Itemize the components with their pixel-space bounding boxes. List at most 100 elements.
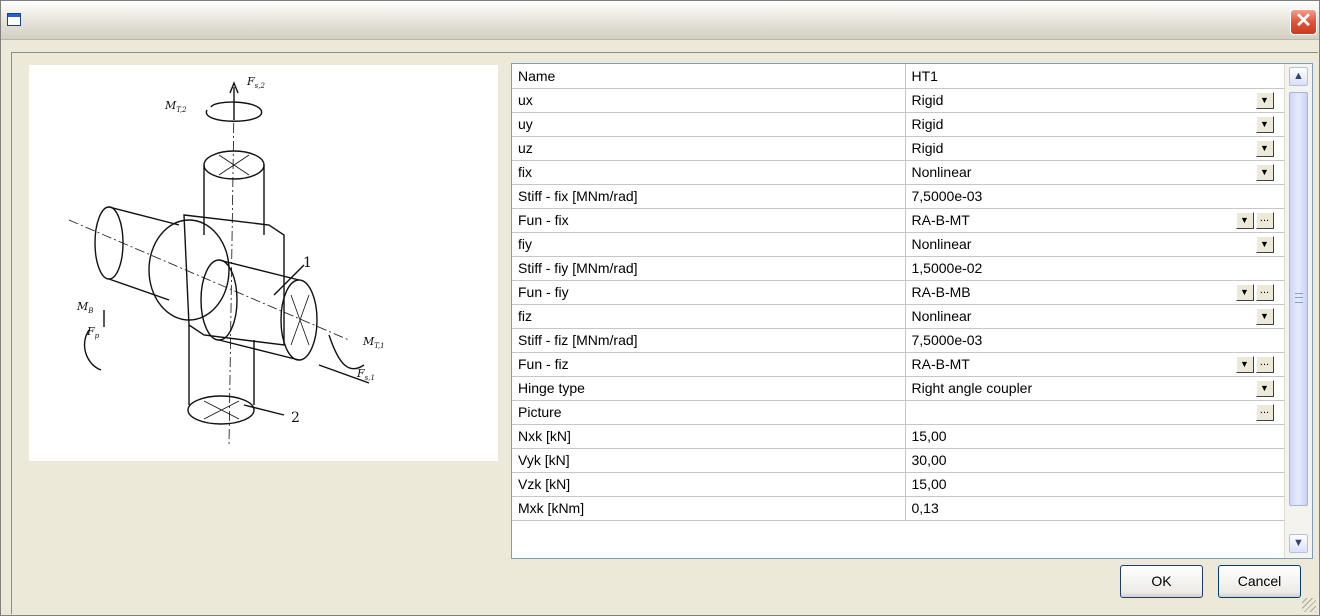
property-name: Vzk [kN] — [512, 472, 906, 497]
label-part-2: 2 — [291, 410, 300, 426]
property-value-cell[interactable]: Right angle coupler ▼ — [905, 376, 1285, 401]
property-value-cell[interactable]: Rigid ▼ — [905, 136, 1285, 161]
property-value[interactable]: HT1 — [912, 68, 938, 84]
ellipsis-icon[interactable]: ... — [1255, 211, 1274, 229]
property-row[interactable]: Fun - fix RA-B-MT ▼... — [512, 208, 1285, 233]
label-fs1: Fs,1 — [356, 367, 375, 382]
property-row[interactable]: fiz Nonlinear ▼ — [512, 304, 1285, 329]
property-value-cell[interactable]: RA-B-MT ▼... — [905, 352, 1285, 377]
property-row[interactable]: Mxk [kNm] 0,13 — [512, 496, 1285, 521]
property-value-cell[interactable]: 1,5000e-02 — [905, 256, 1285, 281]
property-row[interactable]: uy Rigid ▼ — [512, 112, 1285, 137]
ellipsis-icon[interactable]: ... — [1255, 283, 1274, 301]
close-button[interactable]: ✕ — [1290, 9, 1317, 35]
property-value[interactable]: 15,00 — [912, 476, 947, 492]
property-value[interactable]: RA-B-MB — [912, 284, 971, 300]
chevron-down-icon[interactable]: ▼ — [1235, 283, 1254, 301]
property-row[interactable]: Nxk [kN] 15,00 — [512, 424, 1285, 449]
property-name: Stiff - fiy [MNm/rad] — [512, 256, 906, 281]
property-name: Stiff - fiz [MNm/rad] — [512, 328, 906, 353]
property-name: Stiff - fix [MNm/rad] — [512, 184, 906, 209]
property-value-cell[interactable]: 15,00 — [905, 424, 1285, 449]
property-value-cell[interactable]: 7,5000e-03 — [905, 184, 1285, 209]
property-value-cell[interactable]: 0,13 — [905, 496, 1285, 521]
property-row[interactable]: uz Rigid ▼ — [512, 136, 1285, 161]
property-row[interactable]: Fun - fiy RA-B-MB ▼... — [512, 280, 1285, 305]
property-value[interactable]: Nonlinear — [912, 164, 972, 180]
property-value[interactable]: 7,5000e-03 — [912, 188, 983, 204]
ellipsis-icon[interactable]: ... — [1255, 355, 1274, 373]
property-grid: Name HT1 ux Rigid ▼ uy Rigid ▼ uz Rigid ▼ fix Nonlin… — [511, 63, 1313, 559]
property-value-cell[interactable]: Rigid ▼ — [905, 112, 1285, 137]
chevron-down-icon[interactable]: ▼ — [1255, 235, 1274, 253]
property-row[interactable]: Vzk [kN] 15,00 — [512, 472, 1285, 497]
scroll-thumb[interactable] — [1289, 92, 1308, 506]
property-name: fiy — [512, 232, 906, 257]
label-mb: MB — [76, 300, 93, 315]
ok-button[interactable]: OK — [1120, 565, 1203, 598]
property-value[interactable]: 7,5000e-03 — [912, 332, 983, 348]
chevron-down-icon[interactable]: ▼ — [1235, 211, 1254, 229]
label-part-1: 1 — [303, 255, 312, 271]
vertical-scrollbar[interactable]: ▲ ▼ — [1284, 64, 1312, 558]
scroll-down-button[interactable]: ▼ — [1289, 534, 1308, 553]
chevron-down-icon[interactable]: ▼ — [1255, 139, 1274, 157]
property-table: Name HT1 ux Rigid ▼ uy Rigid ▼ uz Rigid ▼ fix Nonlin… — [512, 64, 1285, 521]
property-value[interactable]: Rigid — [912, 116, 944, 132]
property-row[interactable]: Stiff - fix [MNm/rad] 7,5000e-03 — [512, 184, 1285, 209]
ellipsis-icon[interactable]: ... — [1255, 403, 1274, 421]
resize-grip[interactable] — [1302, 598, 1316, 612]
property-row[interactable]: fix Nonlinear ▼ — [512, 160, 1285, 185]
chevron-down-icon[interactable]: ▼ — [1235, 355, 1254, 373]
property-row[interactable]: ux Rigid ▼ — [512, 88, 1285, 113]
chevron-down-icon[interactable]: ▼ — [1255, 115, 1274, 133]
property-name: Picture — [512, 400, 906, 425]
chevron-down-icon[interactable]: ▼ — [1255, 163, 1274, 181]
property-value-cell[interactable]: Nonlinear ▼ — [905, 232, 1285, 257]
property-value-cell[interactable]: Nonlinear ▼ — [905, 304, 1285, 329]
property-value-cell[interactable]: Rigid ▼ — [905, 88, 1285, 113]
scroll-up-button[interactable]: ▲ — [1289, 67, 1308, 86]
property-value[interactable]: 30,00 — [912, 452, 947, 468]
property-value-cell[interactable]: RA-B-MT ▼... — [905, 208, 1285, 233]
property-row[interactable]: Hinge type Right angle coupler ▼ — [512, 376, 1285, 401]
property-row[interactable]: Picture... — [512, 400, 1285, 425]
property-value-cell[interactable]: RA-B-MB ▼... — [905, 280, 1285, 305]
property-value[interactable]: RA-B-MT — [912, 356, 970, 372]
chevron-down-icon[interactable]: ▼ — [1255, 307, 1274, 325]
property-value-cell[interactable]: 15,00 — [905, 472, 1285, 497]
chevron-down-icon[interactable]: ▼ — [1255, 91, 1274, 109]
property-row[interactable]: Fun - fiz RA-B-MT ▼... — [512, 352, 1285, 377]
property-value-cell[interactable]: ... — [905, 400, 1285, 425]
property-name: uy — [512, 112, 906, 137]
property-row[interactable]: Name HT1 — [512, 64, 1285, 89]
property-value-cell[interactable]: 7,5000e-03 — [905, 328, 1285, 353]
property-name: fix — [512, 160, 906, 185]
property-row[interactable]: Stiff - fiy [MNm/rad] 1,5000e-02 — [512, 256, 1285, 281]
property-value-cell[interactable]: HT1 — [905, 64, 1285, 89]
property-value[interactable]: Right angle coupler — [912, 380, 1033, 396]
property-value[interactable]: Rigid — [912, 92, 944, 108]
property-value[interactable]: Rigid — [912, 140, 944, 156]
label-mt1: MT,1 — [362, 335, 385, 350]
title-bar[interactable]: ✕ — [1, 1, 1319, 40]
chevron-down-icon[interactable]: ▼ — [1255, 379, 1274, 397]
property-row[interactable]: fiy Nonlinear ▼ — [512, 232, 1285, 257]
property-value-cell[interactable]: Nonlinear ▼ — [905, 160, 1285, 185]
property-value[interactable]: Nonlinear — [912, 236, 972, 252]
hinge-picture: Fs,2 MT,2 MB Fp MT,1 Fs,1 1 2 — [29, 65, 498, 461]
property-value[interactable]: 1,5000e-02 — [912, 260, 983, 276]
property-name: Fun - fiy — [512, 280, 906, 305]
property-row[interactable]: Stiff - fiz [MNm/rad] 7,5000e-03 — [512, 328, 1285, 353]
property-value[interactable]: 15,00 — [912, 428, 947, 444]
property-name: Mxk [kNm] — [512, 496, 906, 521]
property-value[interactable]: RA-B-MT — [912, 212, 970, 228]
property-value[interactable]: 0,13 — [912, 500, 939, 516]
property-name: Fun - fiz — [512, 352, 906, 377]
property-name: Name — [512, 64, 906, 89]
property-row[interactable]: Vyk [kN] 30,00 — [512, 448, 1285, 473]
property-value-cell[interactable]: 30,00 — [905, 448, 1285, 473]
cancel-button[interactable]: Cancel — [1218, 565, 1301, 598]
arrow-down-icon: ▼ — [1293, 537, 1304, 549]
property-value[interactable]: Nonlinear — [912, 308, 972, 324]
